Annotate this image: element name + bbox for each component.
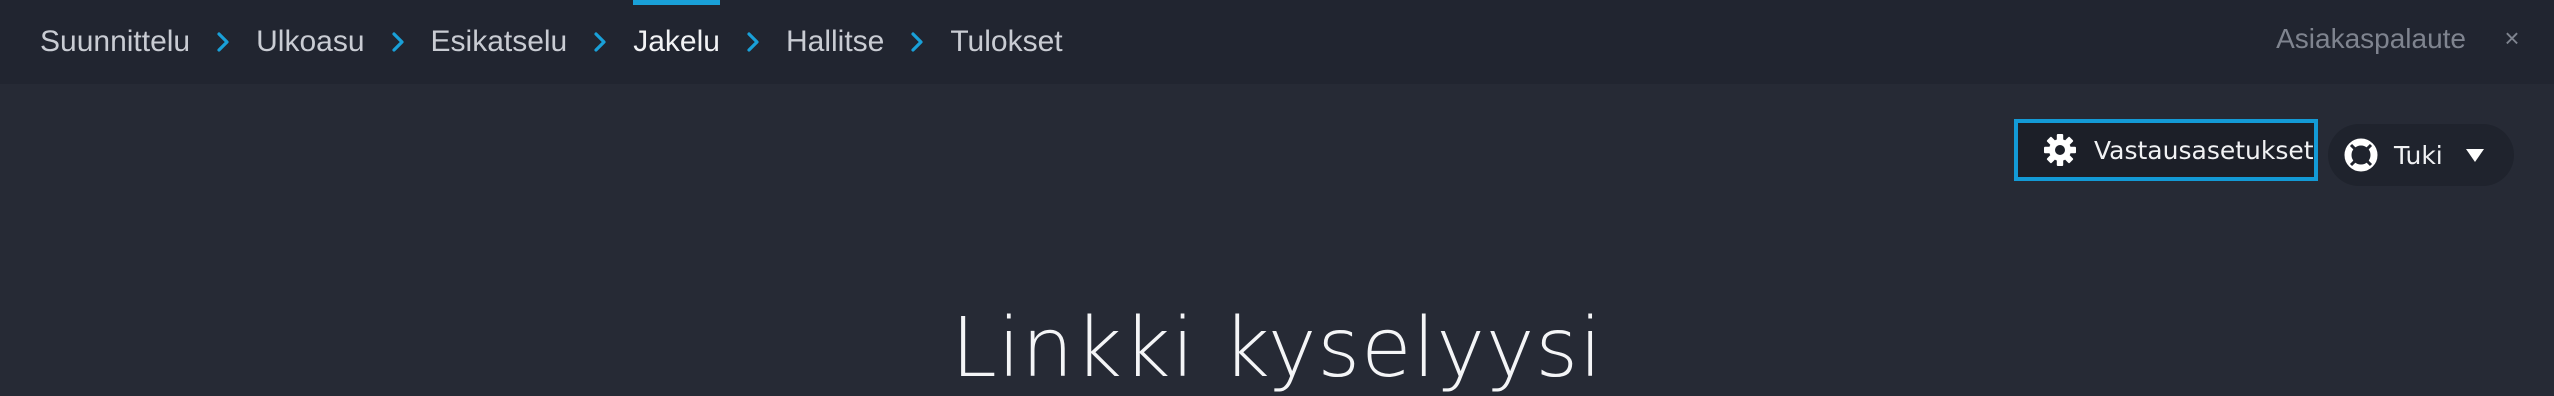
chevron-right-icon [884,0,950,84]
step-jakelu[interactable]: Jakelu [633,0,720,84]
gear-icon [2044,134,2076,166]
chevron-right-icon [567,0,633,84]
breadcrumb: Suunnittelu Ulkoasu Esikatselu Jakelu Ha… [40,0,1063,84]
lifebuoy-icon [2344,138,2378,172]
top-navigation-bar: Suunnittelu Ulkoasu Esikatselu Jakelu Ha… [0,0,2554,84]
response-settings-label: Vastausasetukset [2094,135,2314,165]
support-label: Tuki [2394,140,2443,170]
step-hallitse[interactable]: Hallitse [786,0,884,84]
chevron-right-icon [365,0,431,84]
step-tulokset[interactable]: Tulokset [950,0,1062,84]
feedback-link[interactable]: Asiakaspalaute [2276,0,2466,78]
step-ulkoasu[interactable]: Ulkoasu [256,0,364,84]
step-esikatselu[interactable]: Esikatselu [431,0,568,84]
response-settings-button[interactable]: Vastausasetukset [2014,119,2318,181]
close-icon[interactable]: × [2498,23,2526,53]
chevron-right-icon [190,0,256,84]
step-suunnittelu[interactable]: Suunnittelu [40,0,190,84]
chevron-right-icon [720,0,786,84]
caret-down-icon [2465,149,2484,162]
support-dropdown-button[interactable]: Tuki [2328,124,2514,186]
page-title: Linkki kyselyysi [951,300,1603,396]
